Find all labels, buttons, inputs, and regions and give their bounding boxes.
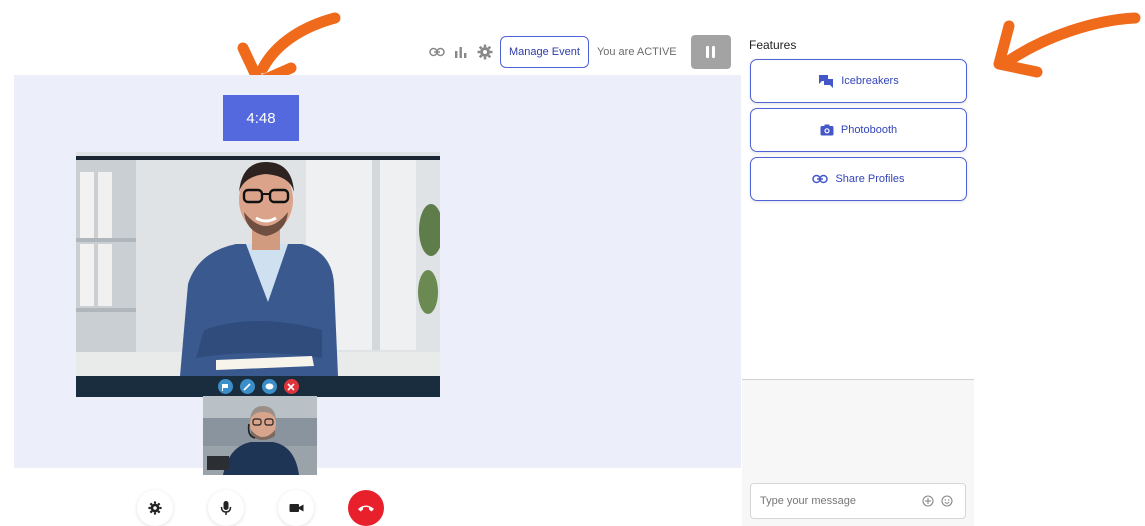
self-view-video: [203, 396, 317, 475]
flag-icon[interactable]: [217, 379, 233, 394]
sidebar-item-label: Icebreakers: [841, 75, 899, 87]
self-view-photo: [203, 396, 317, 475]
app-window: 4:48 Manage Event You are ACTIVE Feature…: [0, 0, 1145, 526]
link-icon: [812, 174, 829, 184]
features-sidebar: Features Icebreakers Photobooth Share Pr…: [742, 35, 974, 526]
close-icon[interactable]: [283, 379, 299, 394]
sidebar-item-photobooth[interactable]: Photobooth: [750, 108, 967, 152]
video-overlay-controls: [76, 376, 440, 397]
camera-icon: [289, 504, 303, 512]
add-icon[interactable]: [922, 495, 934, 507]
emoji-icon[interactable]: [941, 495, 953, 507]
gear-icon[interactable]: [476, 43, 494, 61]
sidebar-item-share-profiles[interactable]: Share Profiles: [750, 157, 967, 201]
participant-photo: [76, 152, 440, 376]
bar-chart-icon[interactable]: [452, 43, 470, 61]
link-icon[interactable]: [428, 43, 446, 61]
annotation-arrow-features: [993, 12, 1141, 78]
manage-event-button[interactable]: Manage Event: [500, 36, 589, 68]
chat-icon[interactable]: [261, 379, 277, 394]
pause-button[interactable]: [690, 35, 731, 69]
gear-icon: [148, 501, 162, 515]
sidebar-item-label: Share Profiles: [835, 173, 905, 185]
status-text: You are ACTIVE: [596, 46, 677, 58]
session-timer: 4:48: [223, 95, 299, 141]
top-toolbar: Manage Event You are ACTIVE: [428, 35, 731, 69]
call-controls: [0, 490, 740, 526]
microphone-button[interactable]: [208, 490, 244, 526]
message-input-container: [750, 483, 966, 519]
camera-icon: [820, 124, 834, 136]
sidebar-item-icebreakers[interactable]: Icebreakers: [750, 59, 967, 103]
microphone-icon: [220, 501, 232, 515]
pause-icon: [706, 46, 710, 58]
message-input[interactable]: [760, 495, 910, 507]
end-call-button[interactable]: [348, 490, 384, 526]
chat-bubbles-icon: [819, 75, 834, 88]
pen-icon[interactable]: [239, 379, 255, 394]
sidebar-title: Features: [749, 38, 797, 52]
main-participant-video: [76, 152, 440, 397]
camera-button[interactable]: [278, 490, 314, 526]
sidebar-item-label: Photobooth: [840, 124, 898, 136]
end-call-icon: [358, 505, 374, 512]
settings-button[interactable]: [137, 490, 173, 526]
